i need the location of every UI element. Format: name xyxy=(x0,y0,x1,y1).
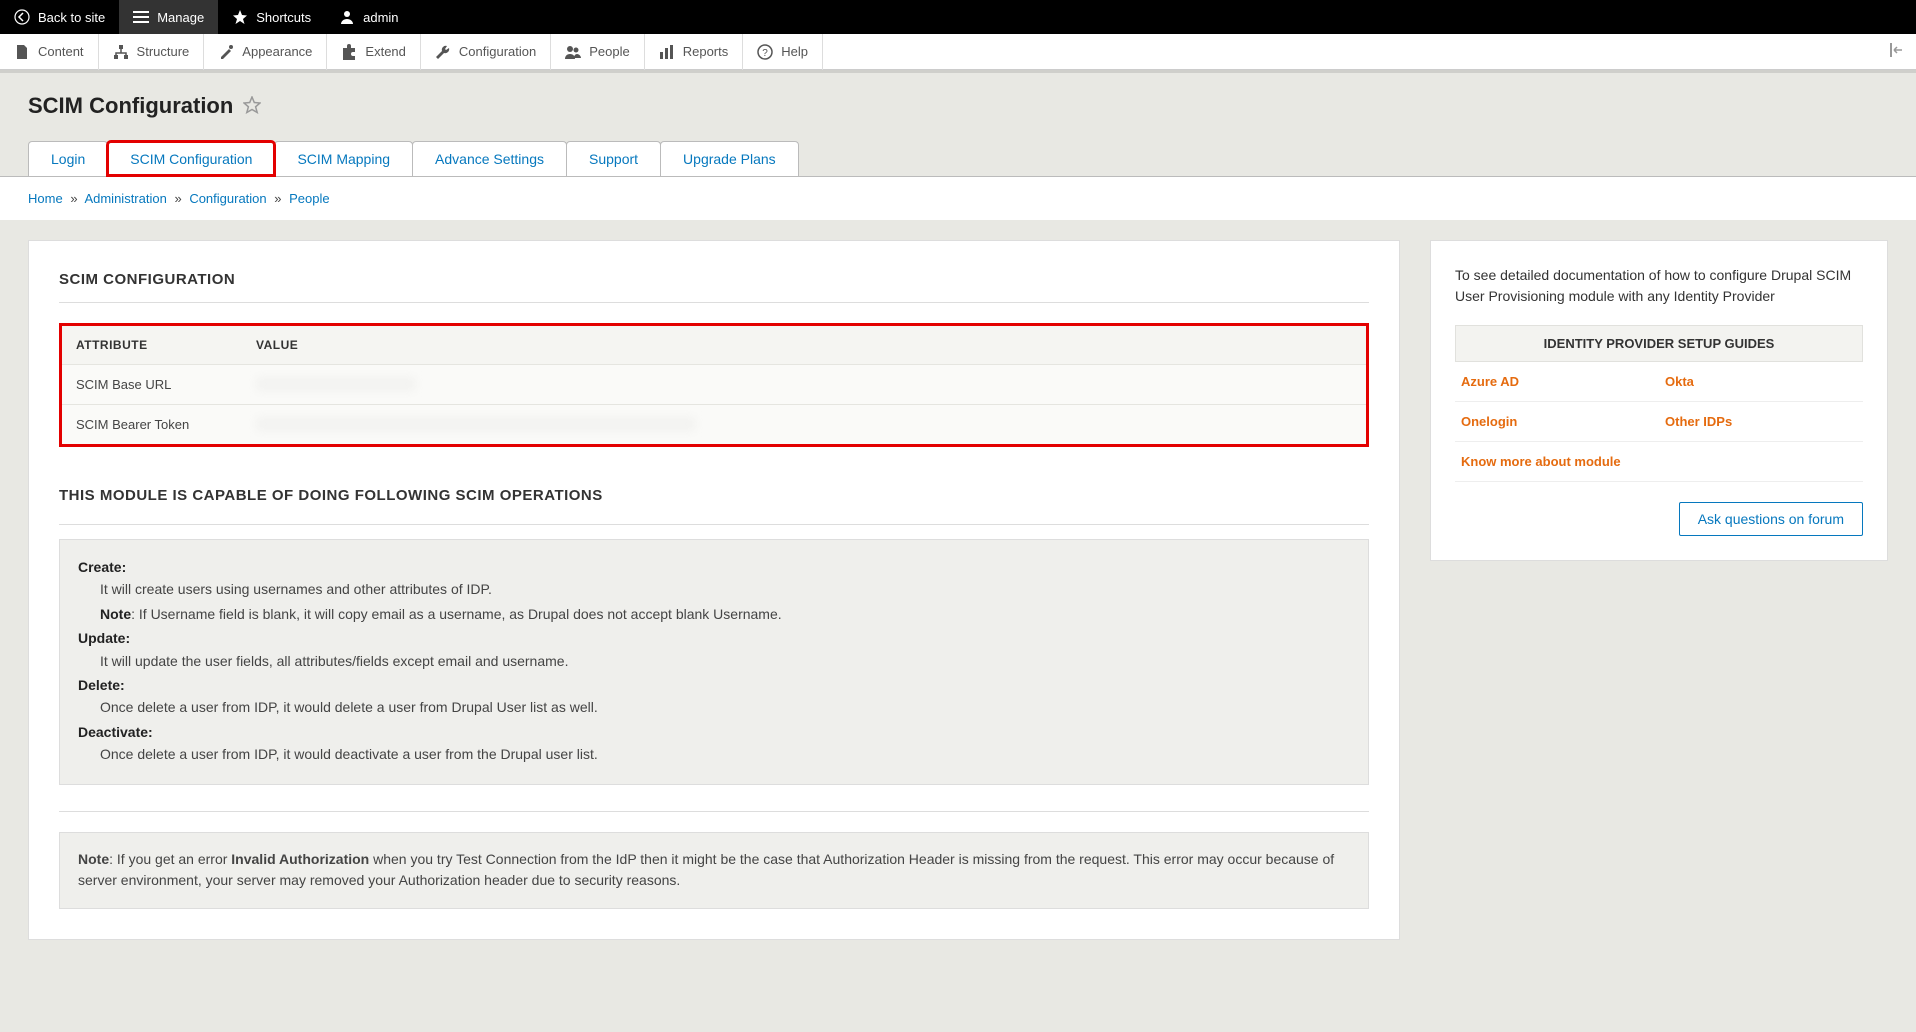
op-deactivate-label: Deactivate: xyxy=(78,724,153,740)
note-label: Note xyxy=(78,851,109,867)
puzzle-icon xyxy=(341,44,357,60)
section-title-operations: THIS MODULE IS CAPABLE OF DOING FOLLOWIN… xyxy=(59,487,1369,518)
section-title-scim-config: SCIM CONFIGURATION xyxy=(59,271,1369,303)
admin-item-extend[interactable]: Extend xyxy=(327,34,420,70)
breadcrumb-configuration[interactable]: Configuration xyxy=(189,191,266,206)
op-delete-text: Once delete a user from IDP, it would de… xyxy=(78,696,1350,718)
star-outline-icon xyxy=(243,96,261,114)
tab-support[interactable]: Support xyxy=(566,141,661,176)
back-to-site-link[interactable]: Back to site xyxy=(0,0,119,34)
admin-item-content[interactable]: Content xyxy=(0,34,99,70)
side-title: IDENTITY PROVIDER SETUP GUIDES xyxy=(1455,325,1863,362)
op-update-label: Update: xyxy=(78,630,130,646)
people-icon xyxy=(565,44,581,60)
admin-item-configuration[interactable]: Configuration xyxy=(421,34,551,70)
admin-label-extend: Extend xyxy=(365,44,405,59)
tab-upgrade-plans[interactable]: Upgrade Plans xyxy=(660,141,799,176)
note-bold: Invalid Authorization xyxy=(231,851,369,867)
admin-label-content: Content xyxy=(38,44,84,59)
note-text1: : If you get an error xyxy=(109,851,231,867)
attr-scim-base-url-value xyxy=(256,377,1352,392)
admin-label-structure: Structure xyxy=(137,44,190,59)
favorite-toggle[interactable] xyxy=(243,96,261,117)
hamburger-icon xyxy=(133,9,149,25)
admin-item-structure[interactable]: Structure xyxy=(99,34,205,70)
manage-link[interactable]: Manage xyxy=(119,0,218,34)
tab-scim-mapping[interactable]: SCIM Mapping xyxy=(274,141,413,176)
op-deactivate-text: Once delete a user from IDP, it would de… xyxy=(78,743,1350,765)
tab-scim-configuration[interactable]: SCIM Configuration xyxy=(107,141,275,176)
page-title-row: SCIM Configuration xyxy=(28,93,1888,119)
page-title: SCIM Configuration xyxy=(28,93,233,119)
attr-scim-bearer-token-value xyxy=(256,417,1352,432)
admin-label-configuration: Configuration xyxy=(459,44,536,59)
breadcrumb-administration[interactable]: Administration xyxy=(84,191,166,206)
paint-icon xyxy=(218,44,234,60)
topbar: Back to site Manage Shortcuts admin xyxy=(0,0,1916,34)
note-box: Note: If you get an error Invalid Author… xyxy=(59,832,1369,909)
attr-header-attribute: ATTRIBUTE xyxy=(76,338,256,352)
user-menu[interactable]: admin xyxy=(325,0,412,34)
idp-link-other[interactable]: Other IDPs xyxy=(1665,414,1732,429)
help-icon: ? xyxy=(757,44,773,60)
user-icon xyxy=(339,9,355,25)
admin-item-reports[interactable]: Reports xyxy=(645,34,744,70)
tab-advance-settings[interactable]: Advance Settings xyxy=(412,141,567,176)
side-intro: To see detailed documentation of how to … xyxy=(1455,265,1863,307)
tab-login[interactable]: Login xyxy=(28,141,108,176)
breadcrumb: Home » Administration » Configuration » … xyxy=(0,191,1916,220)
bars-icon xyxy=(659,44,675,60)
admin-label-appearance: Appearance xyxy=(242,44,312,59)
wrench-icon xyxy=(435,44,451,60)
shortcuts-label: Shortcuts xyxy=(256,10,311,25)
op-delete-label: Delete: xyxy=(78,677,125,693)
user-label: admin xyxy=(363,10,398,25)
admin-toolbar: Content Structure Appearance Extend Conf… xyxy=(0,34,1916,70)
op-create-note-label: Note xyxy=(100,606,131,622)
shortcuts-link[interactable]: Shortcuts xyxy=(218,0,325,34)
attr-scim-bearer-token-label: SCIM Bearer Token xyxy=(76,417,256,432)
op-create-note-text: : If Username field is blank, it will co… xyxy=(131,606,782,622)
back-to-site-label: Back to site xyxy=(38,10,105,25)
idp-link-more[interactable]: Know more about module xyxy=(1461,454,1621,469)
op-create-text: It will create users using usernames and… xyxy=(78,578,1350,600)
arrow-left-icon xyxy=(1888,41,1906,59)
orientation-toggle[interactable] xyxy=(1878,41,1916,62)
idp-link-okta[interactable]: Okta xyxy=(1665,374,1694,389)
admin-item-people[interactable]: People xyxy=(551,34,644,70)
file-icon xyxy=(14,44,30,60)
svg-text:?: ? xyxy=(762,48,768,59)
attr-scim-base-url-label: SCIM Base URL xyxy=(76,377,256,392)
idp-link-onelogin[interactable]: Onelogin xyxy=(1461,414,1517,429)
back-arrow-icon xyxy=(14,9,30,25)
breadcrumb-people[interactable]: People xyxy=(289,191,329,206)
op-update-text: It will update the user fields, all attr… xyxy=(78,650,1350,672)
tabs: Login SCIM Configuration SCIM Mapping Ad… xyxy=(28,141,1888,176)
attr-header-value: VALUE xyxy=(256,338,1352,352)
scim-attributes-table: ATTRIBUTE VALUE SCIM Base URL SCIM Beare… xyxy=(59,323,1369,447)
operations-description: Create: It will create users using usern… xyxy=(59,539,1369,785)
side-panel: To see detailed documentation of how to … xyxy=(1430,240,1888,561)
admin-label-help: Help xyxy=(781,44,808,59)
admin-item-appearance[interactable]: Appearance xyxy=(204,34,327,70)
structure-icon xyxy=(113,44,129,60)
breadcrumb-home[interactable]: Home xyxy=(28,191,63,206)
main-panel: SCIM CONFIGURATION ATTRIBUTE VALUE SCIM … xyxy=(28,240,1400,940)
op-create-label: Create: xyxy=(78,559,126,575)
admin-label-reports: Reports xyxy=(683,44,729,59)
idp-link-azure[interactable]: Azure AD xyxy=(1461,374,1519,389)
manage-label: Manage xyxy=(157,10,204,25)
ask-forum-button[interactable]: Ask questions on forum xyxy=(1679,502,1863,536)
admin-item-help[interactable]: ? Help xyxy=(743,34,823,70)
star-icon xyxy=(232,9,248,25)
admin-label-people: People xyxy=(589,44,629,59)
